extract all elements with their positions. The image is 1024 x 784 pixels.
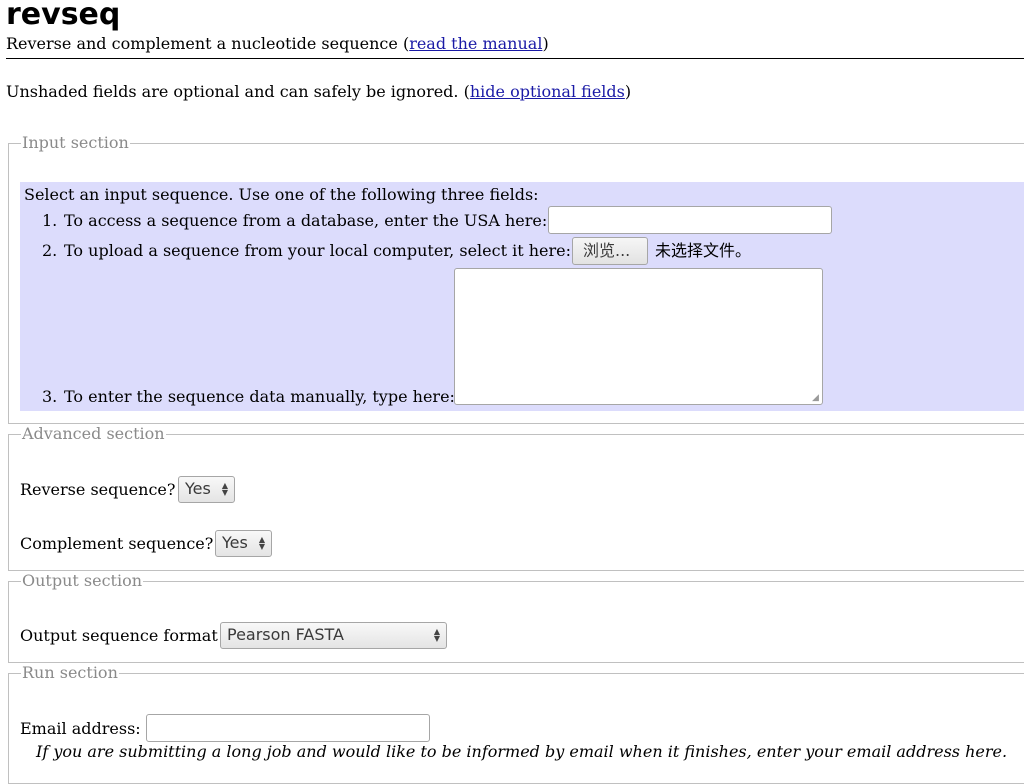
complement-selected: Yes (222, 533, 248, 552)
optional-note-suffix: ) (624, 82, 632, 101)
optional-note-text: Unshaded fields are optional and can saf… (6, 82, 470, 101)
updown-chevron-icon: ▲ ▼ (221, 481, 228, 497)
page-title: revseq (6, 0, 121, 32)
updown-chevron-icon: ▲ ▼ (258, 535, 265, 551)
item-2-number: 2. (42, 241, 58, 260)
reverse-select[interactable]: Yes ▲ ▼ (178, 476, 235, 503)
input-section-legend: Input section (22, 133, 129, 152)
read-manual-link[interactable]: read the manual (409, 34, 542, 53)
upload-label: To upload a sequence from your local com… (64, 241, 572, 260)
run-section-legend: Run section (22, 663, 118, 682)
email-label: Email address: (20, 719, 141, 738)
subtitle-text: Reverse and complement a nucleotide sequ… (6, 34, 410, 53)
output-format-label: Output sequence format (20, 626, 218, 645)
title-divider (6, 58, 1024, 59)
reverse-selected: Yes (185, 479, 211, 498)
subtitle-suffix: ) (542, 34, 549, 53)
advanced-section-legend: Advanced section (22, 424, 165, 443)
browse-button[interactable]: 浏览... (572, 237, 648, 265)
resize-grip-icon[interactable]: ◢ (812, 394, 821, 403)
page-subtitle: Reverse and complement a nucleotide sequ… (6, 34, 549, 54)
hide-optional-fields-link[interactable]: hide optional fields (470, 82, 625, 101)
usa-label: To access a sequence from a database, en… (64, 211, 548, 230)
complement-label: Complement sequence? (20, 534, 214, 553)
output-section-legend: Output section (22, 571, 143, 590)
optional-fields-note: Unshaded fields are optional and can saf… (6, 82, 631, 102)
sequence-textarea[interactable] (454, 268, 823, 405)
output-format-select[interactable]: Pearson FASTA ▲ ▼ (220, 622, 447, 649)
input-intro: Select an input sequence. Use one of the… (24, 185, 539, 204)
reverse-label: Reverse sequence? (20, 480, 176, 499)
manual-sequence-label: To enter the sequence data manually, typ… (64, 387, 455, 406)
output-format-selected: Pearson FASTA (227, 625, 344, 644)
output-section: Output section (8, 572, 1024, 663)
email-input[interactable] (146, 714, 430, 742)
item-3-number: 3. (42, 387, 58, 406)
updown-chevron-icon: ▲ ▼ (433, 627, 440, 643)
file-status: 未选择文件。 (655, 241, 752, 260)
usa-input[interactable] (548, 206, 832, 234)
item-1-number: 1. (42, 211, 58, 230)
email-hint: If you are submitting a long job and wou… (36, 742, 1008, 761)
complement-select[interactable]: Yes ▲ ▼ (215, 530, 272, 557)
